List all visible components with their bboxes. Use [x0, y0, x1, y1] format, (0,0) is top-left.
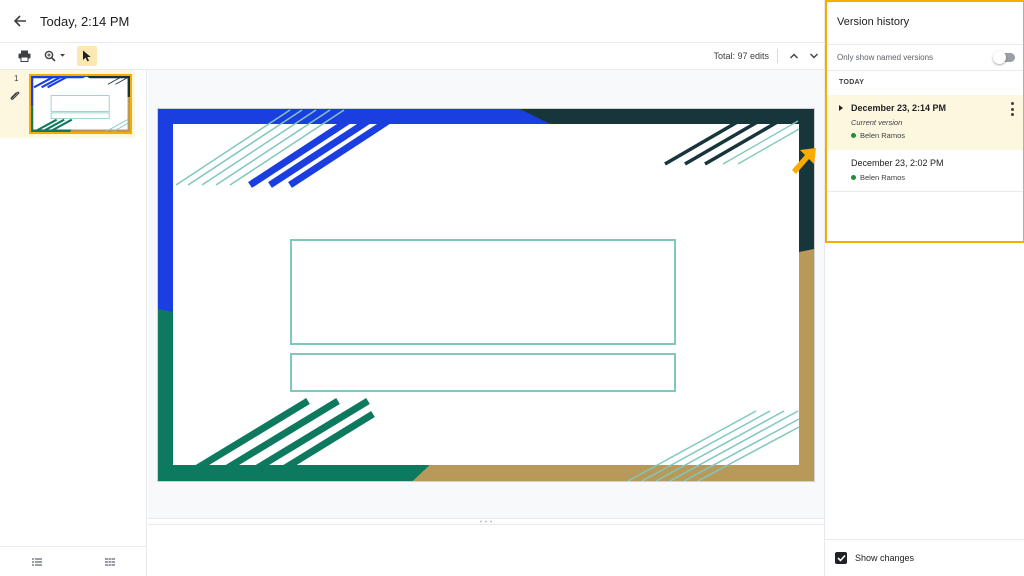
version-item-current[interactable]: December 23, 2:14 PM Current version Bel… — [827, 95, 1023, 150]
back-arrow-icon — [13, 15, 26, 27]
user-dot-icon — [851, 133, 856, 138]
slide-thumbnail[interactable] — [29, 74, 132, 134]
chevron-down-icon — [810, 53, 818, 59]
version-user-name: Belen Ramos — [860, 173, 906, 182]
total-edits-label: Total: 97 edits — [713, 51, 769, 61]
toolbar: Total: 97 edits — [0, 43, 824, 70]
named-versions-label: Only show named versions — [837, 53, 934, 62]
show-changes-label: Show changes — [855, 553, 915, 563]
show-changes-row: Show changes — [825, 539, 1024, 576]
version-user: Belen Ramos — [851, 173, 905, 182]
version-history-highlight: Version history Only show named versions… — [825, 0, 1024, 243]
page-title: Today, 2:14 PM — [40, 13, 130, 29]
version-history-panel: Version history Only show named versions… — [824, 0, 1024, 576]
grid-view-icon — [104, 557, 115, 566]
toolbar-right: Total: 97 edits — [713, 45, 824, 67]
named-versions-row: Only show named versions — [827, 44, 1023, 71]
back-button[interactable] — [0, 0, 40, 43]
version-date: December 23, 2:14 PM — [851, 103, 947, 113]
list-view-button[interactable] — [31, 553, 42, 571]
version-subtitle: Current version — [851, 118, 903, 127]
print-icon — [18, 50, 30, 62]
toggle-knob — [993, 51, 1006, 64]
filmstrip-slide[interactable]: 1 — [0, 70, 135, 138]
filmstrip-footer — [0, 546, 146, 576]
caret-right-icon[interactable] — [839, 105, 843, 111]
zoom-icon — [44, 50, 65, 62]
chevron-up-icon — [790, 53, 798, 59]
previous-edit-button[interactable] — [784, 45, 804, 67]
version-user: Belen Ramos — [851, 131, 905, 140]
version-date: December 23, 2:02 PM — [851, 158, 944, 168]
list-view-icon — [31, 557, 42, 566]
version-user-name: Belen Ramos — [860, 131, 906, 140]
top-bar: Today, 2:14 PM — [0, 0, 824, 43]
toolbar-divider — [777, 49, 778, 63]
print-button[interactable] — [13, 45, 35, 67]
checkmark-icon — [836, 554, 846, 562]
panel-title: Version history — [837, 16, 910, 28]
show-changes-checkbox[interactable] — [835, 552, 847, 564]
slide-canvas-area — [148, 70, 824, 518]
version-item[interactable]: December 23, 2:02 PM Belen Ramos — [827, 150, 1023, 192]
zoom-button[interactable] — [41, 45, 71, 67]
pointer-arrow-icon — [792, 148, 816, 174]
named-versions-toggle[interactable] — [993, 51, 1015, 64]
section-label-today: TODAY — [839, 79, 865, 86]
slide-canvas[interactable] — [158, 109, 814, 481]
slide-number: 1 — [14, 74, 19, 83]
next-edit-button[interactable] — [804, 45, 824, 67]
comment-icon — [9, 88, 20, 106]
grid-view-button[interactable] — [104, 553, 115, 571]
user-dot-icon — [851, 175, 856, 180]
speaker-notes[interactable] — [148, 524, 824, 576]
pointer-icon — [83, 50, 91, 62]
more-vert-icon[interactable] — [1009, 102, 1015, 116]
slides-version-history-app: Today, 2:14 PM Total: 97 edits 1 Version… — [0, 0, 1024, 576]
slide-filmstrip: 1 — [0, 70, 147, 576]
select-tool-button[interactable] — [77, 46, 97, 66]
